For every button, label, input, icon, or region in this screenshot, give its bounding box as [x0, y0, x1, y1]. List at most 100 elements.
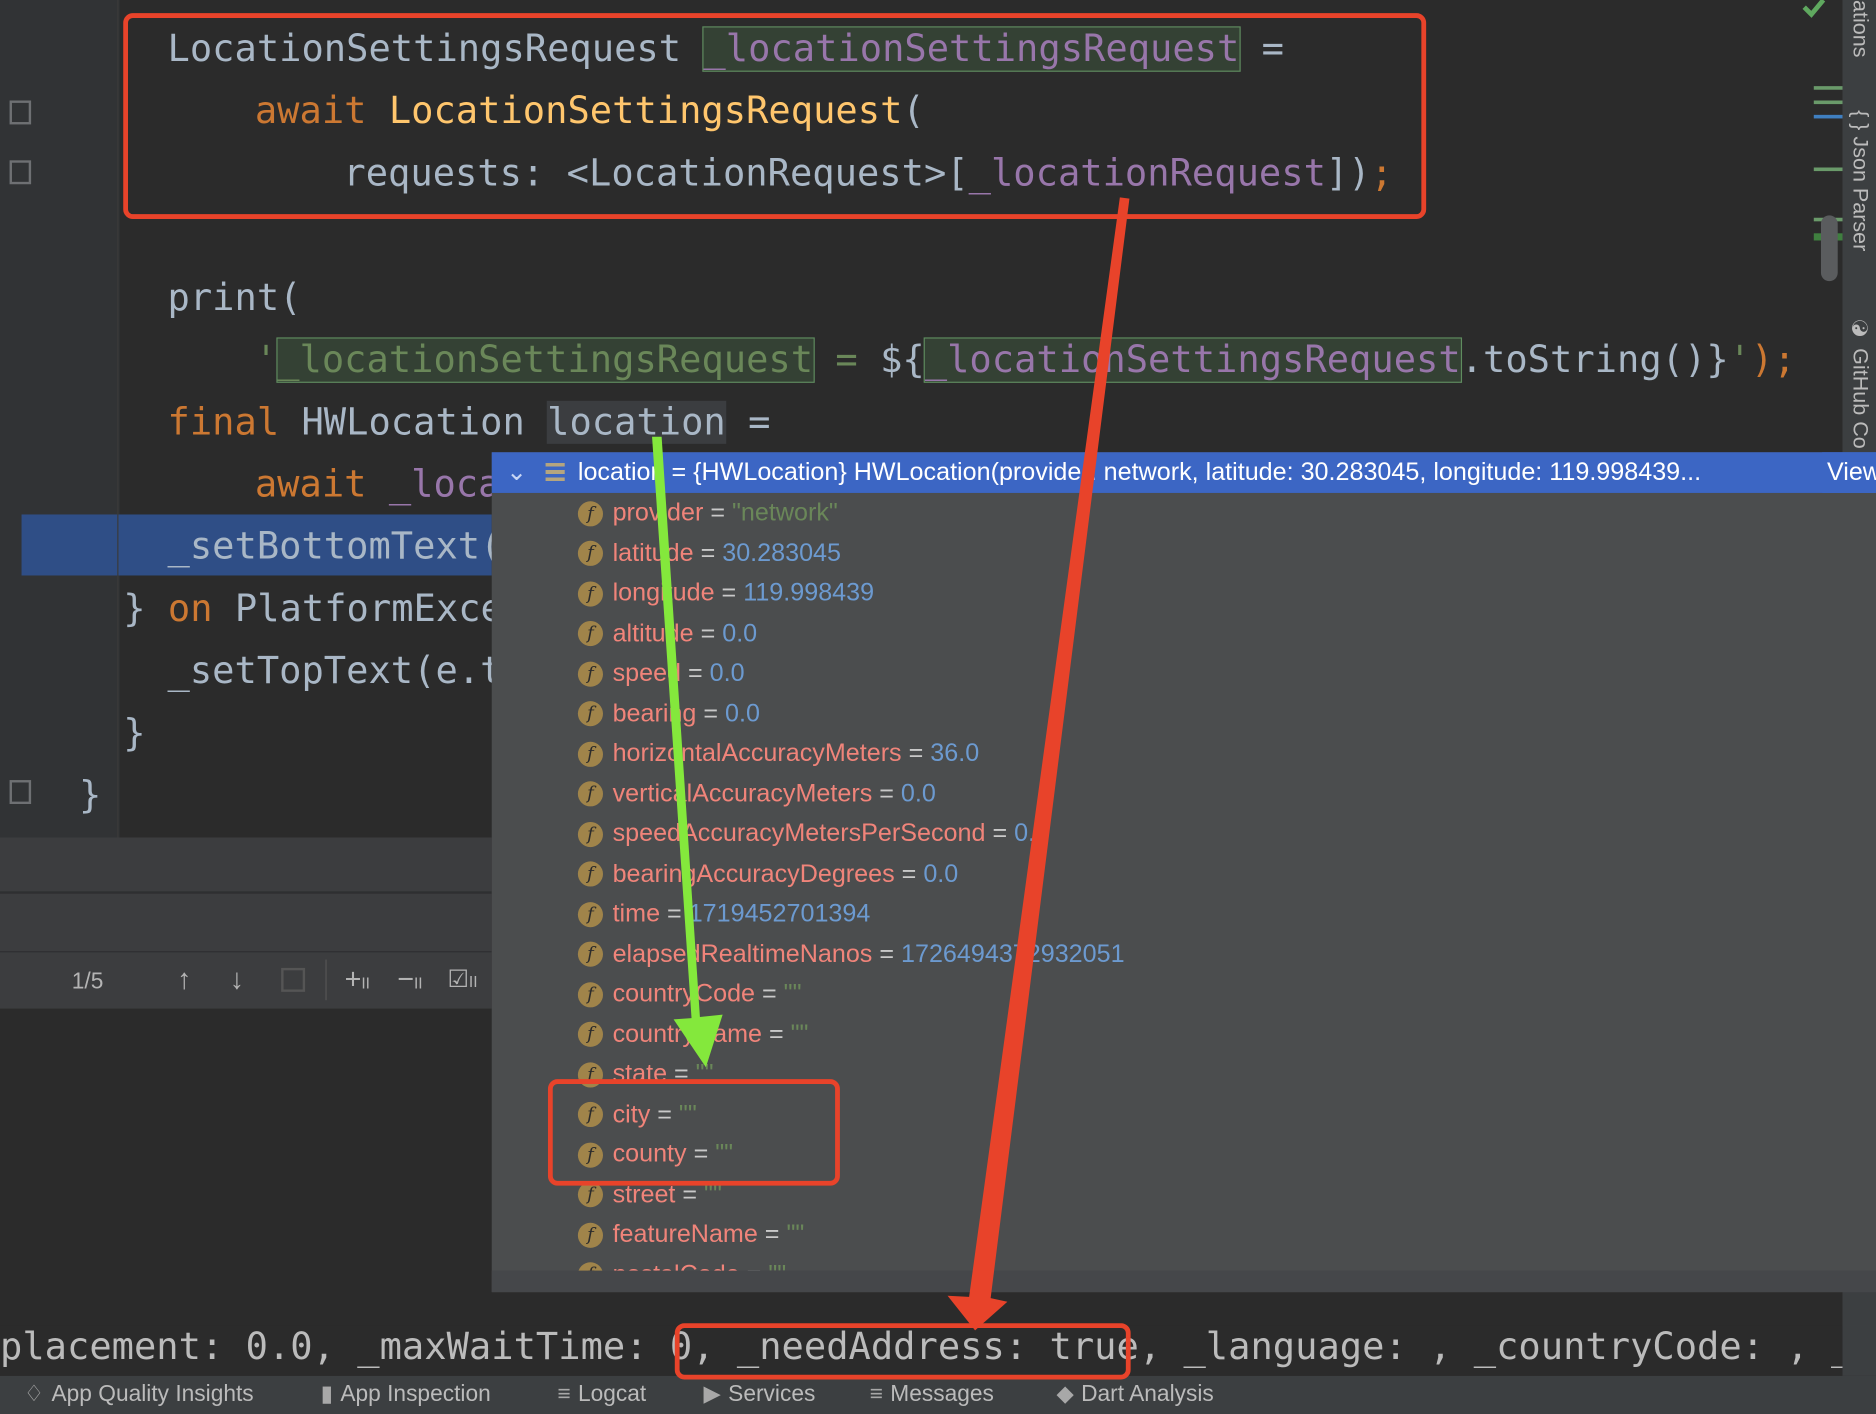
check-watch-icon[interactable]: ☑II [447, 964, 477, 998]
field-row-provider[interactable]: f provider = "network" [577, 493, 838, 532]
field-name: horizontalAccuracyMeters [612, 739, 902, 767]
code-token: await [254, 463, 389, 507]
dart-icon: ◆ [1056, 1381, 1074, 1408]
field-row-featureName[interactable]: f featureName = "" [577, 1214, 805, 1253]
code-token: ${ [880, 338, 925, 382]
field-value: "" [786, 1220, 805, 1248]
equals-sign: = [872, 939, 902, 968]
equals-sign: = [714, 579, 744, 607]
field-icon: f [577, 942, 604, 968]
tab-services[interactable]: ▶ Services [704, 1376, 816, 1414]
tab-logcat[interactable]: ≡ Logcat [558, 1376, 647, 1414]
field-icon: f [577, 1182, 604, 1208]
up-arrow-icon[interactable]: ↑ [177, 964, 191, 995]
field-row-time[interactable]: f time = 1719452701394 [577, 894, 871, 933]
annotation-box-city-county [547, 1079, 840, 1186]
collapse-chevron-icon[interactable]: ⌄ [506, 452, 527, 493]
field-icon: f [577, 902, 604, 928]
field-icon: f [577, 741, 604, 767]
field-value: 1719452701394 [688, 899, 871, 928]
code-token: print( [167, 276, 302, 320]
tab-app-quality-insights[interactable]: ♢ App Quality Insights [24, 1376, 254, 1414]
field-row-horizontalAccuracyMeters[interactable]: f horizontalAccuracyMeters = 36.0 [577, 733, 979, 772]
occurrence-counter: 1/5 [71, 969, 104, 995]
field-name: countryName [612, 1019, 762, 1048]
tab-dart-analysis[interactable]: ◆ Dart Analysis [1056, 1376, 1213, 1414]
code-token: ' [254, 338, 278, 382]
code-line: final HWLocation location = [168, 391, 771, 453]
tab-github-copilot[interactable]: ☯ GitHub Co [1847, 317, 1873, 449]
equals-sign: = [985, 819, 1015, 848]
view-link[interactable]: View [1822, 452, 1876, 493]
tab-messages[interactable]: ≡ Messages [870, 1376, 994, 1414]
field-row-countryCode[interactable]: f countryCode = "" [577, 974, 802, 1013]
field-value: 0.0 [722, 619, 758, 647]
code-token: on [167, 587, 235, 631]
field-icon: f [577, 821, 604, 848]
equals-sign: = [755, 979, 784, 1008]
json-parser-label: Json Parser [1848, 136, 1873, 252]
field-value: 1726494372932051 [901, 939, 1125, 968]
field-row-bearingAccuracyDegrees[interactable]: f bearingAccuracyDegrees = 0.0 [577, 854, 959, 893]
code-token: } [123, 711, 146, 755]
field-name: provider [612, 498, 704, 527]
field-icon: f [577, 541, 604, 567]
field-value: "" [790, 1019, 809, 1048]
popup-header[interactable]: ⌄ location = {HWLocation} HWLocation(pro… [491, 452, 1876, 493]
inspection-icon: ▮ [320, 1381, 334, 1408]
code-token: ' [1728, 338, 1751, 382]
code-token: = [725, 400, 771, 444]
field-name: bearingAccuracyDegrees [612, 859, 895, 888]
code-line: _setBottomText( [168, 516, 503, 578]
field-name: latitude [612, 538, 694, 567]
equals-sign: = [894, 859, 924, 888]
code-line: } [79, 765, 101, 827]
field-name: time [612, 899, 661, 928]
code-token: HWLocation [301, 400, 548, 444]
field-row-latitude[interactable]: f latitude = 30.283045 [577, 533, 841, 572]
code-token: PlatformExce [234, 587, 503, 631]
field-row-altitude[interactable]: f altitude = 0.0 [577, 613, 758, 652]
tab-notifications[interactable]: ations [1847, 0, 1872, 57]
field-row-verticalAccuracyMeters[interactable]: f verticalAccuracyMeters = 0.0 [577, 773, 936, 812]
equals-sign: = [693, 538, 723, 567]
code-token: } [78, 774, 102, 818]
code-token: _locationSettingsRequest [923, 337, 1462, 383]
field-name: featureName [612, 1220, 758, 1248]
field-icon: f [577, 661, 604, 687]
tab-label: Services [728, 1381, 816, 1408]
tab-json-parser[interactable]: { } Json Parser [1847, 110, 1872, 251]
field-value: 0.0 [1014, 819, 1050, 848]
tab-label: App Quality Insights [51, 1381, 254, 1408]
logcat-icon: ≡ [557, 1381, 571, 1408]
field-row-speed[interactable]: f speed = 0.0 [577, 653, 745, 692]
equals-sign: = [872, 779, 901, 807]
code-line: } [123, 702, 145, 764]
equals-sign: = [696, 699, 726, 727]
equals-sign: = [703, 498, 732, 527]
equals-sign: = [693, 619, 723, 647]
remove-watch-icon[interactable]: −II [397, 964, 422, 999]
field-value: "" [783, 979, 802, 1008]
equals-sign: = [660, 899, 689, 928]
checkmark-icon [1802, 0, 1826, 18]
field-row-speedAccuracyMetersPerSecond[interactable]: f speedAccuracyMetersPerSecond = 0.0 [577, 814, 1050, 853]
field-row-bearing[interactable]: f bearing = 0.0 [577, 693, 760, 732]
field-value: 0.0 [923, 859, 959, 888]
code-token: = [813, 338, 881, 382]
field-name: elapsedRealtimeNanos [612, 939, 873, 968]
field-row-longitude[interactable]: f longitude = 119.998439 [577, 573, 874, 612]
error-stripe [1802, 0, 1843, 282]
code-token: location [547, 400, 726, 444]
field-row-elapsedRealtimeNanos[interactable]: f elapsedRealtimeNanos = 1726494372932051 [577, 934, 1125, 973]
tab-app-inspection[interactable]: ▮ App Inspection [321, 1376, 491, 1414]
field-row-countryName[interactable]: f countryName = "" [577, 1014, 809, 1053]
field-name: speed [612, 659, 682, 687]
field-value: "network" [731, 498, 838, 527]
tab-label: Messages [890, 1381, 994, 1408]
add-watch-icon[interactable]: +II [345, 964, 370, 999]
field-value: 0.0 [725, 699, 760, 727]
layout-icon[interactable] [281, 967, 306, 992]
down-arrow-icon[interactable]: ↓ [230, 964, 244, 995]
tool-window-bar: ♢ App Quality Insights ▮ App Inspection ≡ L… [0, 1375, 1876, 1414]
